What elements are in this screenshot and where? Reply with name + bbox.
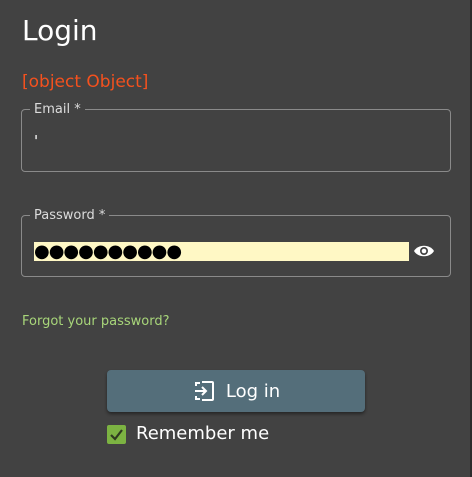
login-panel: Login [object Object] Email * Password *… bbox=[0, 0, 472, 477]
error-message: [object Object] bbox=[22, 72, 149, 92]
login-button-label: Log in bbox=[225, 380, 281, 402]
remember-me-label: Remember me bbox=[136, 423, 270, 444]
login-button[interactable]: Log in bbox=[107, 370, 365, 412]
eye-icon[interactable] bbox=[412, 240, 436, 262]
forgot-password-link[interactable]: Forgot your password? bbox=[22, 313, 170, 331]
remember-me-checkbox[interactable]: Remember me bbox=[107, 423, 269, 445]
password-label: Password * bbox=[34, 208, 106, 223]
login-icon bbox=[194, 381, 214, 401]
checkbox-checked-icon bbox=[107, 424, 126, 444]
page-title: Login bbox=[22, 14, 98, 47]
email-label: Email * bbox=[34, 102, 81, 117]
password-input[interactable]: ●●●●●●●●●● bbox=[34, 242, 409, 261]
email-input[interactable] bbox=[34, 130, 434, 152]
